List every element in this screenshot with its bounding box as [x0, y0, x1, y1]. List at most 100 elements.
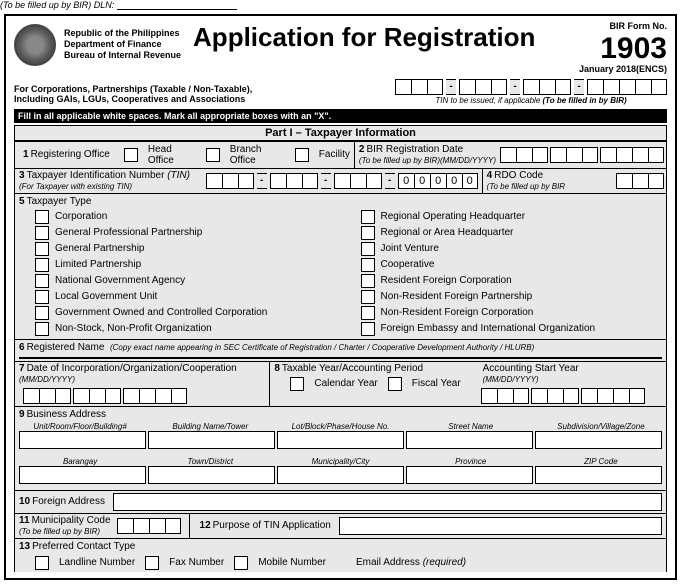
lbl-tt-left-7: Non-Stock, Non-Profit Organization	[55, 323, 212, 334]
addr-lbl-r1-2: Lot/Block/Phase/House No.	[275, 422, 405, 431]
lbl-tt-left-2: General Partnership	[55, 243, 145, 254]
addr-lbl-r2-3: Province	[406, 457, 536, 466]
form-page: Republic of the Philippines Department o…	[4, 14, 677, 580]
lbl-branch-office: Branch Office	[230, 144, 285, 166]
chk-head-office[interactable]	[124, 148, 138, 162]
chk-branch-office[interactable]	[206, 148, 220, 162]
chk-tt-left-2[interactable]	[35, 242, 49, 256]
lbl-tt-left-5: Local Government Unit	[55, 291, 157, 302]
lbl-email: Email Address (required)	[356, 557, 466, 568]
f8-acc-boxes[interactable]	[481, 388, 664, 404]
chk-tt-right-6[interactable]	[361, 306, 375, 320]
chk-tt-right-2[interactable]	[361, 242, 375, 256]
f4-rdo-boxes[interactable]	[616, 173, 664, 189]
lbl-mobile: Mobile Number	[258, 557, 326, 568]
lbl-tt-right-4: Resident Foreign Corporation	[381, 275, 512, 286]
addr-lbl-r1-4: Subdivision/Village/Zone	[536, 422, 666, 431]
f5-label: 5Taxpayer Type	[15, 194, 666, 209]
row-5: 5Taxpayer Type CorporationGeneral Profes…	[14, 194, 667, 340]
f3-tin-boxes[interactable]: - - - 00000	[206, 173, 478, 189]
subhead-l2: Including GAIs, LGUs, Cooperatives and A…	[14, 95, 252, 105]
chk-tt-left-1[interactable]	[35, 226, 49, 240]
f11-label: 11Municipality Code(To be filled up by B…	[15, 514, 115, 538]
addr-input-r2-3[interactable]	[406, 466, 533, 484]
f8-label: 8Taxable Year/Accounting Period	[270, 362, 478, 375]
f12-input[interactable]	[339, 517, 662, 535]
lbl-tt-right-6: Non-Resident Foreign Corporation	[381, 307, 534, 318]
chk-tt-left-6[interactable]	[35, 306, 49, 320]
chk-tt-right-1[interactable]	[361, 226, 375, 240]
lbl-tt-right-2: Joint Venture	[381, 243, 439, 254]
row-13: 13Preferred Contact Type Landline Number…	[14, 539, 667, 572]
chk-tt-right-4[interactable]	[361, 274, 375, 288]
row-11-12: 11Municipality Code(To be filled up by B…	[14, 514, 667, 539]
part1-title: Part I – Taxpayer Information	[14, 125, 667, 141]
addr-lbl-r2-4: ZIP Code	[536, 457, 666, 466]
row-7-8: 7Date of Incorporation/Organization/Coop…	[14, 362, 667, 407]
f10-input[interactable]	[113, 493, 662, 511]
form-revision: January 2018(ENCS)	[579, 64, 667, 74]
agency-line2: Department of Finance	[64, 39, 162, 49]
chk-tt-right-7[interactable]	[361, 322, 375, 336]
f9-r2-labels: BarangayTown/DistrictMunicipality/CityPr…	[15, 457, 666, 466]
dln-input-line[interactable]	[117, 9, 237, 10]
addr-input-r2-0[interactable]	[19, 466, 146, 484]
tin-issued-block: - - - TIN to be issued, if applicable (T…	[395, 79, 667, 105]
chk-tt-right-5[interactable]	[361, 290, 375, 304]
lbl-tt-right-3: Cooperative	[381, 259, 435, 270]
lbl-tt-left-6: Government Owned and Controlled Corporat…	[55, 307, 267, 318]
addr-lbl-r1-3: Street Name	[406, 422, 536, 431]
addr-input-r1-3[interactable]	[406, 431, 533, 449]
tin-issued-note: TIN to be issued, if applicable (To be f…	[395, 96, 667, 105]
f12-label: 12Purpose of TIN Application	[196, 518, 335, 533]
addr-input-r1-2[interactable]	[277, 431, 404, 449]
addr-lbl-r2-1: Town/District	[145, 457, 275, 466]
instruction-bar: Fill in all applicable white spaces. Mar…	[14, 109, 667, 123]
f6-input[interactable]	[19, 357, 662, 359]
f2-date-boxes[interactable]	[500, 147, 664, 163]
addr-input-r2-1[interactable]	[148, 466, 275, 484]
lbl-fax: Fax Number	[169, 557, 224, 568]
f13-label: 13Preferred Contact Type	[15, 539, 666, 554]
addr-input-r1-0[interactable]	[19, 431, 146, 449]
f11-boxes[interactable]	[117, 518, 181, 534]
addr-lbl-r2-2: Municipality/City	[275, 457, 405, 466]
chk-tt-left-0[interactable]	[35, 210, 49, 224]
addr-input-r2-4[interactable]	[535, 466, 662, 484]
dln-label: (To be filled up by BIR) DLN:	[0, 0, 114, 10]
row-6: 6Registered Name (Copy exact name appear…	[14, 340, 667, 362]
subheader: For Corporations, Partnerships (Taxable …	[14, 79, 667, 105]
f1-label: 1Registering Office	[19, 147, 114, 162]
lbl-tt-right-1: Regional or Area Headquarter	[381, 227, 514, 238]
chk-tt-left-3[interactable]	[35, 258, 49, 272]
f10-label: 10Foreign Address	[15, 494, 109, 509]
chk-facility[interactable]	[295, 148, 309, 162]
chk-landline[interactable]	[35, 556, 49, 570]
form-no-label: BIR Form No.	[610, 21, 668, 31]
chk-fiscal-year[interactable]	[388, 377, 402, 391]
chk-mobile[interactable]	[234, 556, 248, 570]
f9-label: 9Business Address	[15, 407, 666, 422]
chk-tt-left-5[interactable]	[35, 290, 49, 304]
addr-input-r1-4[interactable]	[535, 431, 662, 449]
f6-label: 6Registered Name (Copy exact name appear…	[15, 340, 666, 355]
chk-fax[interactable]	[145, 556, 159, 570]
tin-issued-boxes[interactable]: - - -	[395, 79, 667, 95]
chk-calendar-year[interactable]	[290, 377, 304, 391]
f4-label: 4RDO Code (To be filled up by BIR	[483, 169, 569, 193]
row-3-4: 3Taxpayer Identification Number (TIN) (F…	[14, 169, 667, 194]
chk-tt-right-0[interactable]	[361, 210, 375, 224]
row-9: 9Business Address Unit/Room/Floor/Buildi…	[14, 407, 667, 491]
lbl-tt-right-0: Regional Operating Headquarter	[381, 211, 526, 222]
chk-tt-left-7[interactable]	[35, 322, 49, 336]
lbl-calendar-year: Calendar Year	[314, 378, 377, 389]
chk-tt-left-4[interactable]	[35, 274, 49, 288]
addr-input-r2-2[interactable]	[277, 466, 404, 484]
f7-date-boxes[interactable]	[23, 388, 267, 404]
addr-lbl-r1-0: Unit/Room/Floor/Building#	[15, 422, 145, 431]
lbl-landline: Landline Number	[59, 557, 135, 568]
lbl-tt-right-7: Foreign Embassy and International Organi…	[381, 323, 596, 334]
addr-input-r1-1[interactable]	[148, 431, 275, 449]
lbl-tt-left-0: Corporation	[55, 211, 107, 222]
chk-tt-right-3[interactable]	[361, 258, 375, 272]
